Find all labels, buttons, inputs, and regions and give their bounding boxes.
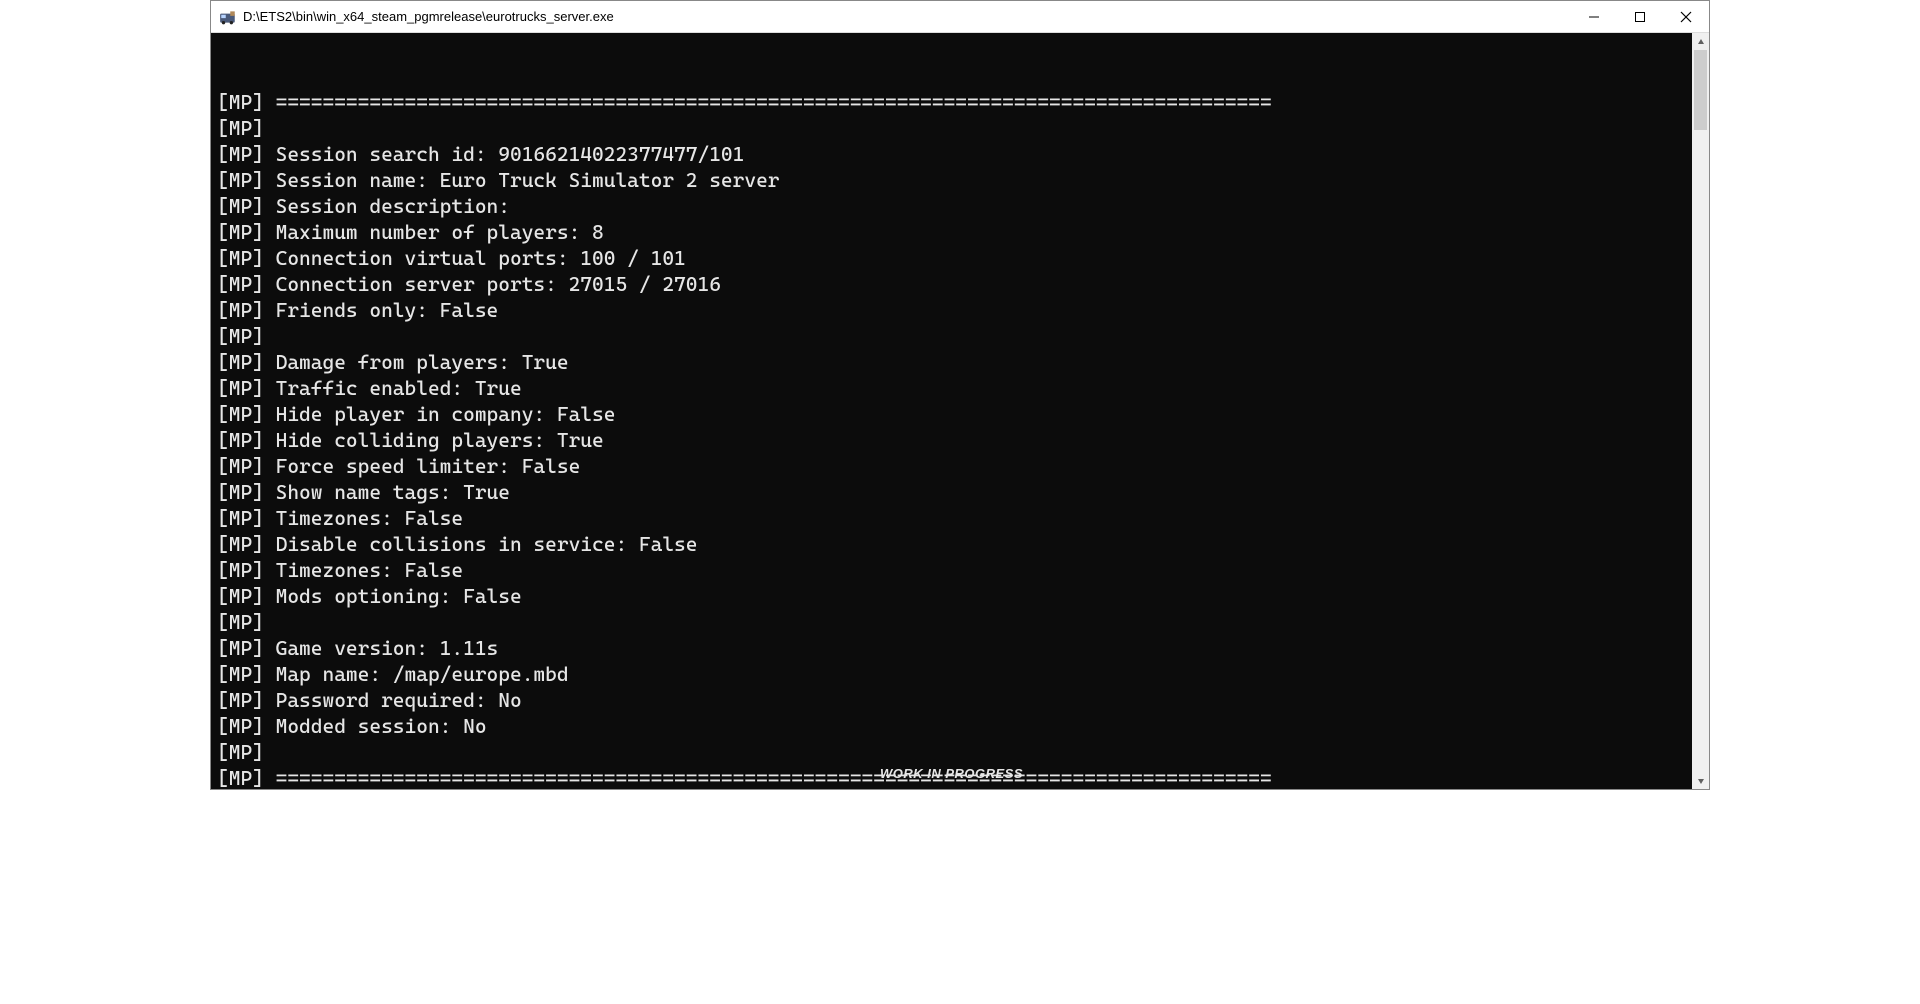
console-line: [MP] Password required: No [217, 687, 1686, 713]
console-line: [MP] Friends only: False [217, 297, 1686, 323]
console-line: [MP] Hide colliding players: True [217, 427, 1686, 453]
scrollbar-track[interactable] [1692, 50, 1709, 772]
console-line: [MP] Traffic enabled: True [217, 375, 1686, 401]
console-line: [MP] Disable collisions in service: Fals… [217, 531, 1686, 557]
app-window: D:\ETS2\bin\win_x64_steam_pgmrelease\eur… [210, 0, 1710, 790]
minimize-button[interactable] [1571, 1, 1617, 33]
app-icon [219, 8, 237, 26]
console-line: [MP] Hide player in company: False [217, 401, 1686, 427]
console-line: [MP] [217, 739, 1686, 765]
console-line: [MP] [217, 609, 1686, 635]
console-line: [MP] Session description: [217, 193, 1686, 219]
console-line: [MP] Session name: Euro Truck Simulator … [217, 167, 1686, 193]
console-line: [MP] Session search id: 9016621402237747… [217, 141, 1686, 167]
window-title: D:\ETS2\bin\win_x64_steam_pgmrelease\eur… [243, 9, 614, 24]
console-line: [MP] Map name: /map/europe.mbd [217, 661, 1686, 687]
console-line: [MP] Show name tags: True [217, 479, 1686, 505]
title-bar[interactable]: D:\ETS2\bin\win_x64_steam_pgmrelease\eur… [211, 1, 1709, 33]
console-line: [MP] [217, 323, 1686, 349]
console-line: [MP] Connection virtual ports: 100 / 101 [217, 245, 1686, 271]
console-line: [MP] Mods optioning: False [217, 583, 1686, 609]
console-line: [MP] Timezones: False [217, 505, 1686, 531]
console-output[interactable]: [MP] ===================================… [211, 33, 1692, 789]
watermark-text: WORK IN PROGRESS [880, 766, 1023, 783]
console-line: [MP] ===================================… [217, 89, 1686, 115]
maximize-button[interactable] [1617, 1, 1663, 33]
scroll-up-button[interactable] [1692, 33, 1709, 50]
scroll-down-button[interactable] [1692, 772, 1709, 789]
client-area: [MP] ===================================… [211, 33, 1709, 789]
console-line: [MP] Damage from players: True [217, 349, 1686, 375]
close-button[interactable] [1663, 1, 1709, 33]
console-line: [MP] Timezones: False [217, 557, 1686, 583]
console-line: [MP] Modded session: No [217, 713, 1686, 739]
console-line: [MP] [217, 115, 1686, 141]
vertical-scrollbar[interactable] [1692, 33, 1709, 789]
console-line: [MP] Game version: 1.11s [217, 635, 1686, 661]
console-line: [MP] Maximum number of players: 8 [217, 219, 1686, 245]
console-line: [MP] Force speed limiter: False [217, 453, 1686, 479]
scrollbar-thumb[interactable] [1694, 50, 1707, 130]
console-line: [MP] Connection server ports: 27015 / 27… [217, 271, 1686, 297]
